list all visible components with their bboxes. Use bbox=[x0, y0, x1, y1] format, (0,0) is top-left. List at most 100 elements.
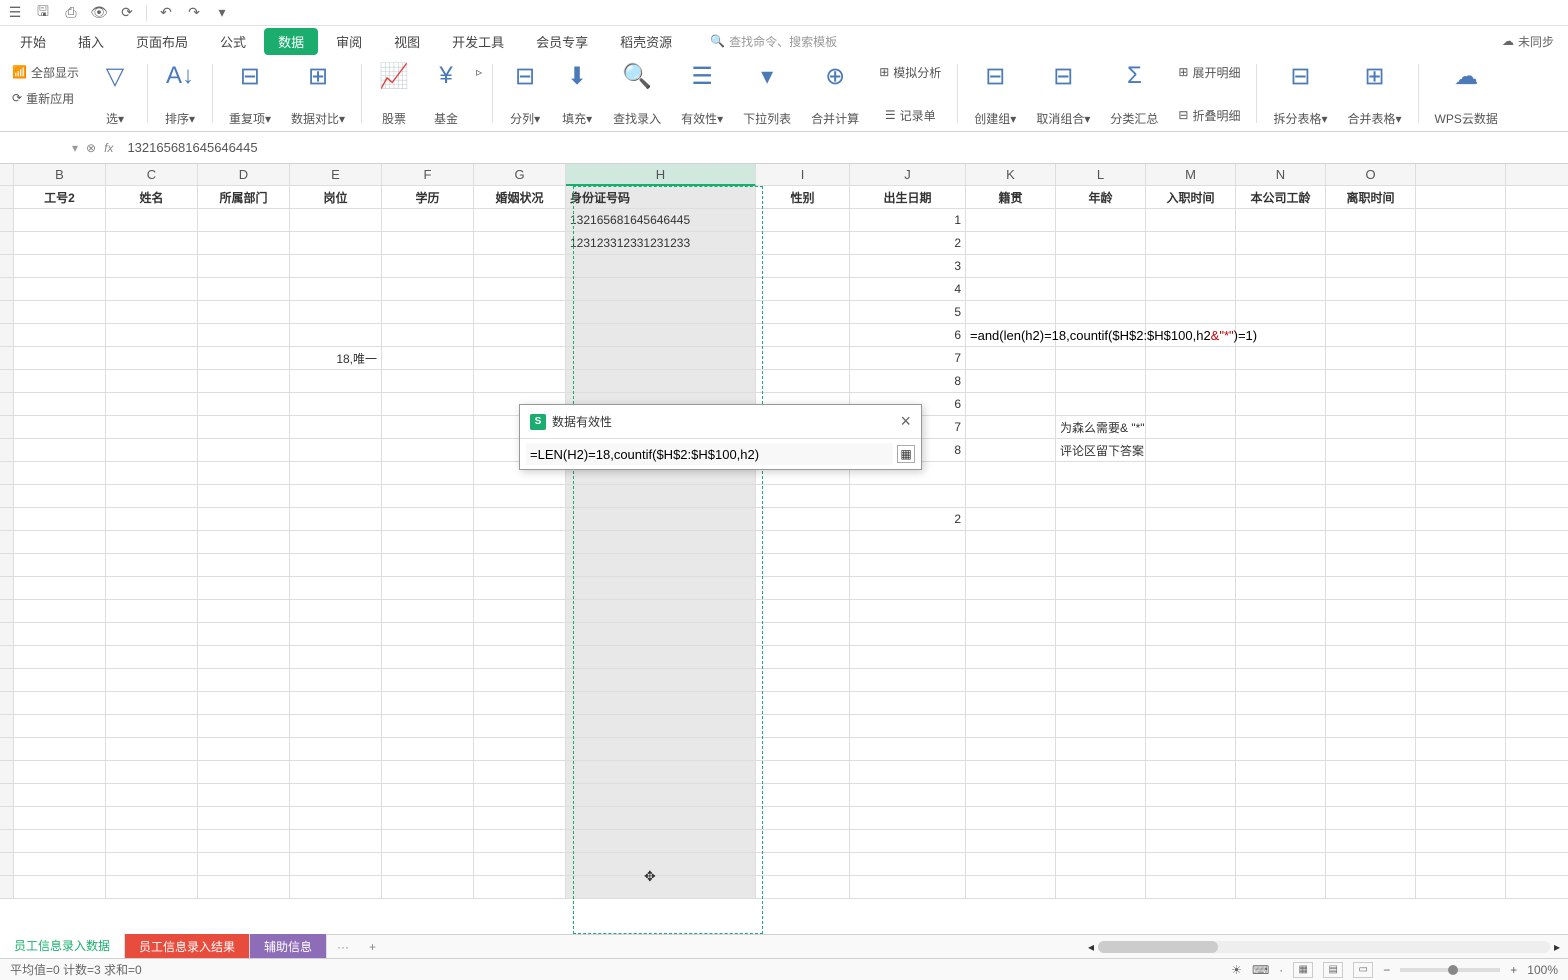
cell-G2[interactable] bbox=[474, 209, 566, 232]
cell-B9[interactable] bbox=[14, 370, 106, 393]
col-head-I[interactable]: I bbox=[756, 164, 850, 186]
zoom-level[interactable]: 100% bbox=[1527, 963, 1558, 977]
cell-F10[interactable] bbox=[382, 393, 474, 416]
menu-formula[interactable]: 公式 bbox=[206, 28, 260, 55]
cell-P20[interactable] bbox=[1416, 623, 1506, 646]
cell-B15[interactable] bbox=[14, 508, 106, 531]
cell-E14[interactable] bbox=[290, 485, 382, 508]
cell-N24[interactable] bbox=[1236, 715, 1326, 738]
cell-F26[interactable] bbox=[382, 761, 474, 784]
cell-P31[interactable] bbox=[1416, 876, 1506, 899]
cell-F19[interactable] bbox=[382, 600, 474, 623]
cell-P6[interactable] bbox=[1416, 301, 1506, 324]
cell-B8[interactable] bbox=[14, 347, 106, 370]
cell-H19[interactable] bbox=[566, 600, 756, 623]
cell-P11[interactable] bbox=[1416, 416, 1506, 439]
subtotal-button[interactable]: Σ分类汇总 bbox=[1104, 60, 1164, 127]
menu-insert[interactable]: 插入 bbox=[64, 28, 118, 55]
cell-O28[interactable] bbox=[1326, 807, 1416, 830]
cell-K21[interactable] bbox=[966, 646, 1056, 669]
cell-P10[interactable] bbox=[1416, 393, 1506, 416]
cell-B2[interactable] bbox=[14, 209, 106, 232]
cell-D13[interactable] bbox=[198, 462, 290, 485]
cell-C11[interactable] bbox=[106, 416, 198, 439]
cell-C15[interactable] bbox=[106, 508, 198, 531]
cell-L24[interactable] bbox=[1056, 715, 1146, 738]
sheet-tab-1[interactable]: 员工信息录入数据 bbox=[0, 933, 125, 960]
cell-O23[interactable] bbox=[1326, 692, 1416, 715]
compare-button[interactable]: ⊞数据对比▾ bbox=[285, 60, 351, 127]
cell-M15[interactable] bbox=[1146, 508, 1236, 531]
cell-M28[interactable] bbox=[1146, 807, 1236, 830]
cell-E26[interactable] bbox=[290, 761, 382, 784]
cell-N15[interactable] bbox=[1236, 508, 1326, 531]
cell-L23[interactable] bbox=[1056, 692, 1146, 715]
cell-D4[interactable] bbox=[198, 255, 290, 278]
header-C[interactable]: 姓名 bbox=[106, 186, 198, 209]
cell-H22[interactable] bbox=[566, 669, 756, 692]
cell-E8[interactable]: 18,唯一 bbox=[290, 347, 382, 370]
cell-C9[interactable] bbox=[106, 370, 198, 393]
cell-L21[interactable] bbox=[1056, 646, 1146, 669]
cell-J6[interactable]: 5 bbox=[850, 301, 966, 324]
menu-view[interactable]: 视图 bbox=[380, 28, 434, 55]
fund-button[interactable]: ¥基金 bbox=[424, 60, 468, 127]
cell-I17[interactable] bbox=[756, 554, 850, 577]
col-head-C[interactable]: C bbox=[106, 164, 198, 186]
cell-L12[interactable]: 评论区留下答案 bbox=[1056, 439, 1146, 462]
cell-M31[interactable] bbox=[1146, 876, 1236, 899]
cell-I3[interactable] bbox=[756, 232, 850, 255]
cell-L15[interactable] bbox=[1056, 508, 1146, 531]
cell-L18[interactable] bbox=[1056, 577, 1146, 600]
col-head-D[interactable]: D bbox=[198, 164, 290, 186]
cell-D10[interactable] bbox=[198, 393, 290, 416]
cell-D15[interactable] bbox=[198, 508, 290, 531]
cell-L2[interactable] bbox=[1056, 209, 1146, 232]
row-head-30[interactable] bbox=[0, 853, 14, 876]
col-head-G[interactable]: G bbox=[474, 164, 566, 186]
cell-C13[interactable] bbox=[106, 462, 198, 485]
cell-C26[interactable] bbox=[106, 761, 198, 784]
cell-E4[interactable] bbox=[290, 255, 382, 278]
cell-M11[interactable] bbox=[1146, 416, 1236, 439]
cell-M23[interactable] bbox=[1146, 692, 1236, 715]
cell-J18[interactable] bbox=[850, 577, 966, 600]
cell-B3[interactable] bbox=[14, 232, 106, 255]
cell-N22[interactable] bbox=[1236, 669, 1326, 692]
cell-B25[interactable] bbox=[14, 738, 106, 761]
cell-P28[interactable] bbox=[1416, 807, 1506, 830]
cell-M3[interactable] bbox=[1146, 232, 1236, 255]
cell-C25[interactable] bbox=[106, 738, 198, 761]
row-head-24[interactable] bbox=[0, 715, 14, 738]
cell-G30[interactable] bbox=[474, 853, 566, 876]
zoom-out-button[interactable]: − bbox=[1383, 963, 1390, 977]
cell-H27[interactable] bbox=[566, 784, 756, 807]
cell-N3[interactable] bbox=[1236, 232, 1326, 255]
row-head-12[interactable] bbox=[0, 439, 14, 462]
cell-F24[interactable] bbox=[382, 715, 474, 738]
cell-J31[interactable] bbox=[850, 876, 966, 899]
cell-E21[interactable] bbox=[290, 646, 382, 669]
cell-F30[interactable] bbox=[382, 853, 474, 876]
cell-C17[interactable] bbox=[106, 554, 198, 577]
cell-F21[interactable] bbox=[382, 646, 474, 669]
fill-button[interactable]: ⬇填充▾ bbox=[555, 60, 599, 127]
cell-J30[interactable] bbox=[850, 853, 966, 876]
cell-G28[interactable] bbox=[474, 807, 566, 830]
sheet-more-icon[interactable]: ··· bbox=[327, 940, 359, 954]
cell-E20[interactable] bbox=[290, 623, 382, 646]
cell-F12[interactable] bbox=[382, 439, 474, 462]
cancel-fx-icon[interactable]: ⊗ bbox=[86, 141, 96, 155]
cell-K6[interactable] bbox=[966, 301, 1056, 324]
cell-G18[interactable] bbox=[474, 577, 566, 600]
cell-I31[interactable] bbox=[756, 876, 850, 899]
cell-B29[interactable] bbox=[14, 830, 106, 853]
cell-B31[interactable] bbox=[14, 876, 106, 899]
row-head-10[interactable] bbox=[0, 393, 14, 416]
normal-view-button[interactable]: ▦ bbox=[1293, 962, 1313, 978]
cell-L20[interactable] bbox=[1056, 623, 1146, 646]
cell-K4[interactable] bbox=[966, 255, 1056, 278]
cell-J4[interactable]: 3 bbox=[850, 255, 966, 278]
cell-G26[interactable] bbox=[474, 761, 566, 784]
cell-D11[interactable] bbox=[198, 416, 290, 439]
